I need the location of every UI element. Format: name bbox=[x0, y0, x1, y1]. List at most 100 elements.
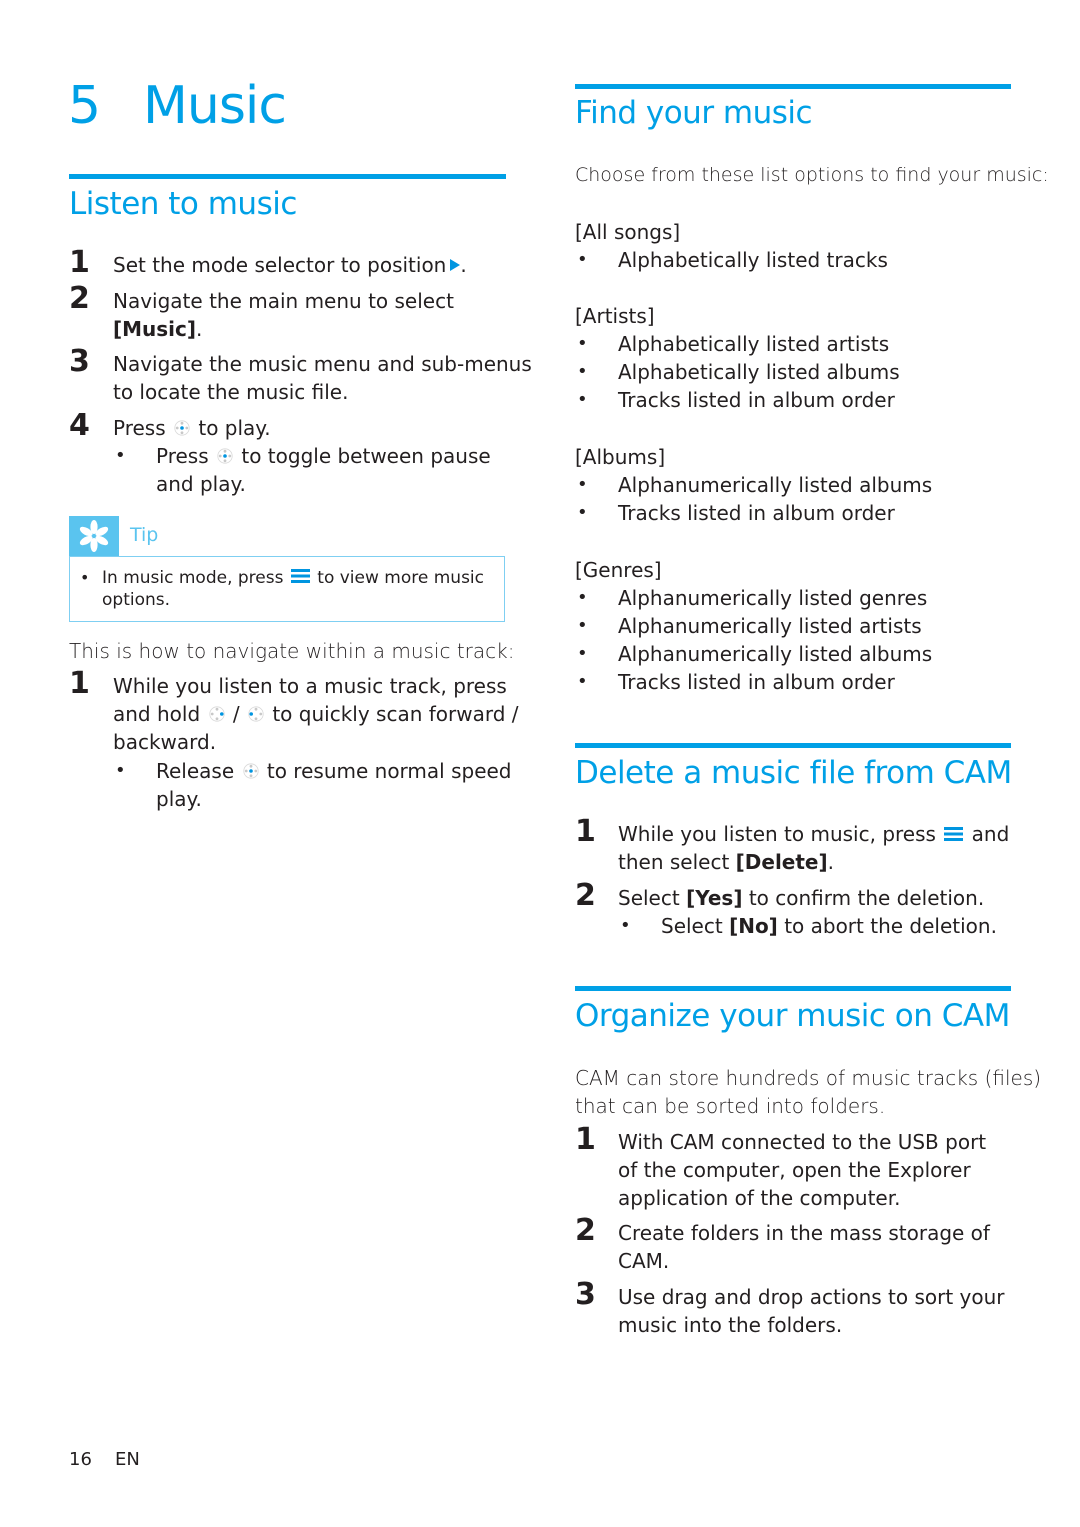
step-line: Navigate the main menu to select bbox=[113, 289, 454, 313]
step-text-part: then select bbox=[618, 850, 730, 874]
bullet-icon: • bbox=[577, 587, 588, 608]
find-intro: Choose from these list options to find y… bbox=[575, 164, 1049, 186]
step-number: 3 bbox=[575, 1277, 596, 1312]
menu-option-label: [Delete] bbox=[735, 850, 828, 874]
bullet-text: Select [No] to abort the deletion. bbox=[661, 912, 997, 940]
step-number: 2 bbox=[575, 1213, 596, 1248]
bullet-text-part: Select bbox=[661, 914, 723, 938]
page-number: 16 bbox=[69, 1449, 92, 1470]
bullet-text-part: to resume normal speed bbox=[266, 759, 512, 783]
bullet-text-part: to toggle between pause bbox=[241, 444, 491, 468]
step-number: 4 bbox=[69, 408, 90, 443]
bullet-line: Press to toggle between pause bbox=[156, 442, 491, 470]
bullet-line: Release to resume normal speed bbox=[156, 757, 512, 785]
step-text-part: to confirm the deletion. bbox=[748, 886, 985, 910]
navigation-pad-center-icon bbox=[174, 420, 190, 436]
section-heading-listen: Listen to music bbox=[69, 186, 297, 222]
find-category-title: [Artists] bbox=[575, 304, 655, 328]
menu-option-label: [Yes] bbox=[686, 886, 743, 910]
bullet-icon: • bbox=[620, 915, 631, 936]
step-line: Create folders in the mass storage of bbox=[618, 1221, 990, 1245]
bullet-text-part: to abort the deletion. bbox=[784, 914, 997, 938]
navigate-intro: This is how to navigate within a music t… bbox=[69, 639, 515, 663]
tip-text-part: In music mode, press bbox=[102, 568, 284, 588]
tip-line: options. bbox=[102, 590, 171, 610]
step-line: to locate the music file. bbox=[113, 380, 349, 404]
step-line: then select [Delete]. bbox=[618, 848, 1009, 876]
step-number: 2 bbox=[575, 878, 596, 913]
step-line: music into the folders. bbox=[618, 1313, 843, 1337]
intro-line: that can be sorted into folders. bbox=[575, 1094, 886, 1118]
step-text-part: Set the mode selector to position bbox=[113, 253, 447, 277]
language-code: EN bbox=[115, 1449, 140, 1470]
step-line: application of the computer. bbox=[618, 1186, 901, 1210]
step-line: While you listen to a music track, press bbox=[113, 674, 507, 698]
bullet-icon: • bbox=[577, 615, 588, 636]
section-heading-delete: Delete a music file from CAM bbox=[575, 755, 1012, 791]
menu-icon bbox=[290, 569, 310, 583]
asterisk-icon bbox=[79, 520, 109, 552]
step-line: backward. bbox=[113, 730, 217, 754]
step-text-part: . bbox=[460, 253, 467, 277]
section-heading-find: Find your music bbox=[575, 95, 813, 131]
bullet-icon: • bbox=[577, 671, 588, 692]
bullet-text: Release to resume normal speed play. bbox=[156, 757, 512, 813]
intro-line: CAM can store hundreds of music tracks (… bbox=[575, 1066, 1042, 1090]
step-text: Navigate the music menu and sub-menus to… bbox=[113, 350, 532, 406]
step-number: 1 bbox=[575, 1122, 596, 1157]
step-text: Navigate the main menu to select [Music]… bbox=[113, 287, 454, 343]
step-text-part: and hold bbox=[113, 702, 201, 726]
menu-option-label: [No] bbox=[729, 914, 778, 938]
step-text-part: . bbox=[827, 850, 834, 874]
organize-intro: CAM can store hundreds of music tracks (… bbox=[575, 1064, 1041, 1120]
bullet-icon: • bbox=[577, 361, 588, 382]
find-category-item: Alphabetically listed tracks bbox=[618, 248, 888, 272]
step-text: While you listen to a music track, press… bbox=[113, 672, 519, 756]
step-number: 1 bbox=[575, 814, 596, 849]
step-text-part: Press bbox=[113, 416, 166, 440]
play-icon bbox=[450, 259, 461, 271]
bullet-icon: • bbox=[115, 445, 126, 466]
step-text-part: Select bbox=[618, 886, 680, 910]
find-category-item: Alphanumerically listed albums bbox=[618, 473, 933, 497]
step-text-part: . bbox=[196, 317, 203, 341]
bullet-text-part: Press bbox=[156, 444, 209, 468]
step-text-part: While you listen to music, press bbox=[618, 822, 936, 846]
navigation-pad-center-icon bbox=[217, 448, 233, 464]
step-number: 1 bbox=[69, 666, 90, 701]
find-category-item: Alphanumerically listed albums bbox=[618, 642, 933, 666]
chapter-number: 5 bbox=[68, 76, 101, 136]
find-category-item: Alphabetically listed albums bbox=[618, 360, 900, 384]
section-divider bbox=[575, 986, 1011, 991]
tip-icon bbox=[69, 516, 119, 556]
menu-option-label: [Music] bbox=[113, 317, 197, 341]
step-line: and hold / to quickly scan forward / bbox=[113, 700, 519, 728]
tip-line: In music mode, press to view more music bbox=[102, 567, 484, 589]
section-divider bbox=[575, 84, 1011, 89]
step-number: 1 bbox=[69, 245, 90, 280]
bullet-text-part: Release bbox=[156, 759, 235, 783]
step-line: of the computer, open the Explorer bbox=[618, 1158, 971, 1182]
bullet-icon: • bbox=[115, 760, 126, 781]
step-text: Press to play. bbox=[113, 414, 271, 442]
bullet-line: and play. bbox=[156, 472, 246, 496]
step-text: While you listen to music, press and the… bbox=[618, 820, 1009, 876]
step-text: Set the mode selector to position. bbox=[113, 251, 467, 279]
find-category-item: Alphanumerically listed genres bbox=[618, 586, 928, 610]
bullet-icon: • bbox=[577, 643, 588, 664]
find-category-title: [Genres] bbox=[575, 558, 662, 582]
section-divider bbox=[69, 174, 506, 179]
bullet-icon: • bbox=[80, 568, 90, 587]
navigation-pad-center-icon bbox=[242, 763, 259, 779]
step-number: 3 bbox=[69, 344, 90, 379]
section-heading-organize: Organize your music on CAM bbox=[575, 998, 1010, 1034]
find-category-item: Tracks listed in album order bbox=[618, 501, 895, 525]
tip-text: In music mode, press to view more music … bbox=[102, 567, 484, 611]
step-text: Use drag and drop actions to sort your m… bbox=[618, 1283, 1005, 1339]
chapter-title: Music bbox=[143, 76, 287, 136]
find-category-item: Tracks listed in album order bbox=[618, 388, 895, 412]
find-category-title: [Albums] bbox=[575, 445, 666, 469]
bullet-text: Press to toggle between pause and play. bbox=[156, 442, 491, 498]
menu-icon bbox=[944, 827, 964, 841]
step-text-part: and bbox=[971, 822, 1010, 846]
